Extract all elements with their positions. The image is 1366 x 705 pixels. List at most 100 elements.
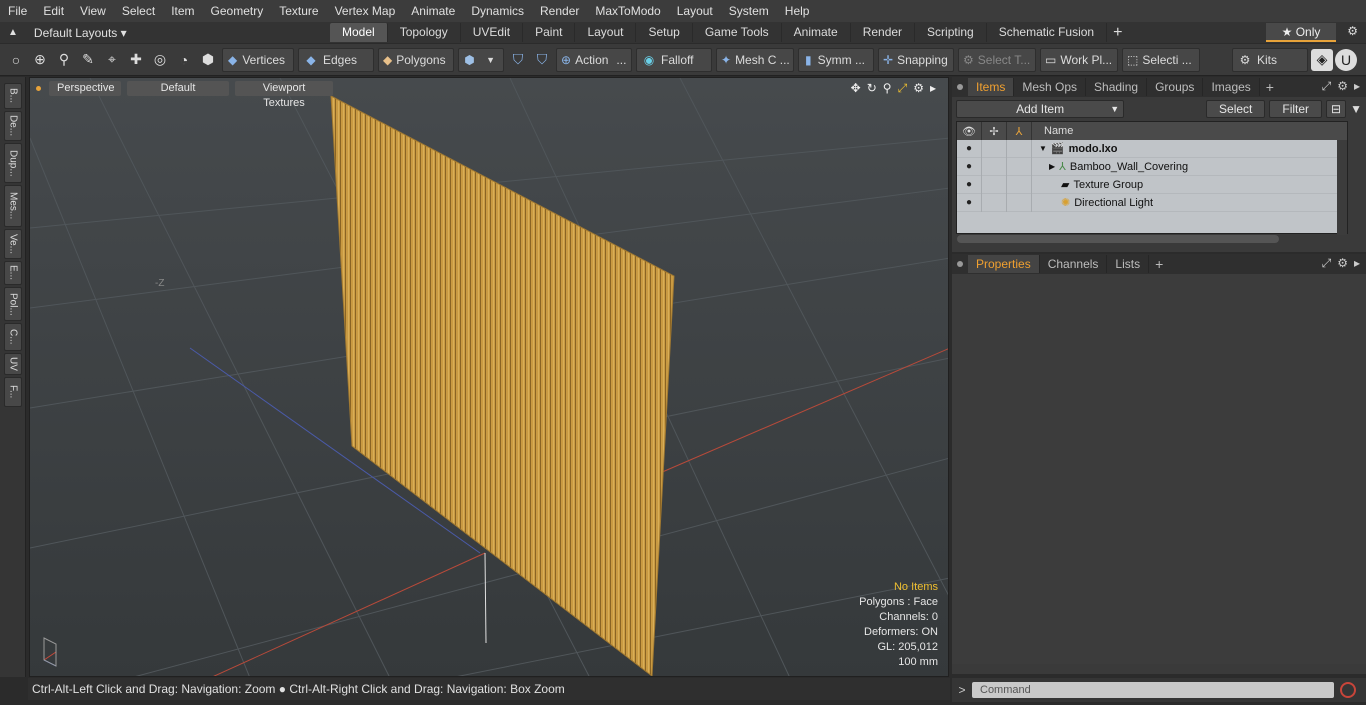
type-column-icon[interactable]: ⅄ (1007, 122, 1032, 140)
tab-model[interactable]: Model (330, 23, 388, 42)
add-item-button[interactable]: Add Item ▼ (956, 100, 1125, 118)
tab-lists[interactable]: Lists (1107, 255, 1150, 273)
menu-render[interactable]: Render (532, 0, 587, 22)
shield-a-icon[interactable]: ⛉ (507, 49, 529, 71)
record-icon[interactable] (1340, 682, 1356, 698)
menu-layout[interactable]: Layout (669, 0, 721, 22)
strip-vertex[interactable]: Ve... (4, 229, 22, 259)
edges-button[interactable]: ◆ Edges (298, 47, 374, 72)
polygons-button[interactable]: ◆ Polygons (378, 47, 454, 72)
menu-help[interactable]: Help (777, 0, 818, 22)
action-button[interactable]: ⊕ Action... (556, 47, 632, 72)
visibility-column-icon[interactable]: 👁 (957, 122, 982, 140)
clock-icon[interactable]: ◔ (173, 49, 195, 71)
expand-arrow-icon[interactable]: ▼ (1039, 144, 1047, 153)
tab-topology[interactable]: Topology (388, 23, 461, 42)
perspective-button[interactable]: Perspective (49, 80, 121, 96)
strip-deform[interactable]: De... (4, 111, 22, 141)
panel-gear-icon[interactable]: ⚙ (1337, 79, 1348, 94)
snapping-button[interactable]: ✛ Snapping (878, 47, 954, 72)
command-input[interactable]: Command (972, 682, 1334, 698)
center-icon[interactable]: ⌖ (101, 49, 123, 71)
list-item[interactable]: ● ▼ 🎬 modo.lxo (957, 139, 1347, 158)
strip-mesh[interactable]: Mes... (4, 185, 22, 227)
strip-basic[interactable]: B... (4, 83, 22, 109)
tab-animate[interactable]: Animate (782, 23, 851, 42)
lock-column-icon[interactable]: ✢ (982, 122, 1007, 140)
3d-viewport[interactable]: -Z Perspective Default Viewport Textures… (29, 77, 949, 677)
menu-geometry[interactable]: Geometry (203, 0, 272, 22)
filter-button[interactable]: Filter (1269, 100, 1323, 118)
strip-edge[interactable]: E... (4, 261, 22, 285)
tab-items[interactable]: Items (968, 78, 1015, 96)
work-plane-button[interactable]: ▭ Work Pl... (1040, 47, 1118, 72)
falloff-button[interactable]: ◉ Falloff (636, 47, 712, 72)
rotate-icon[interactable]: ↻ (867, 81, 877, 96)
pan-icon[interactable]: ✥ (851, 81, 861, 96)
menu-system[interactable]: System (721, 0, 777, 22)
menu-animate[interactable]: Animate (403, 0, 463, 22)
strip-curve[interactable]: C... (4, 323, 22, 351)
symmetry-button[interactable]: ▮ Symm ... (798, 47, 874, 72)
material-button[interactable]: ⬢ ▼ (458, 47, 504, 72)
tab-render[interactable]: Render (851, 23, 916, 42)
menu-item[interactable]: Item (163, 0, 202, 22)
list-item[interactable]: ● ✺ Directional Light (957, 193, 1347, 212)
menu-dynamics[interactable]: Dynamics (463, 0, 532, 22)
list-item[interactable]: ● ▰ Texture Group (957, 175, 1347, 194)
funnel-icon[interactable]: ▼ (1350, 102, 1362, 116)
eye-icon[interactable]: ● (957, 139, 982, 158)
tab-images[interactable]: Images (1203, 78, 1260, 96)
select-button[interactable]: Select (1206, 100, 1266, 118)
layouts-dropdown[interactable]: ▲ Default Layouts ▾ (0, 26, 330, 40)
item-list-vscroll[interactable] (1337, 140, 1347, 235)
tab-mesh-ops[interactable]: Mesh Ops (1014, 78, 1087, 96)
menu-maxtomodo[interactable]: MaxToModo (587, 0, 668, 22)
maximize-icon[interactable]: ⤢ (898, 81, 908, 96)
tab-shading[interactable]: Shading (1086, 78, 1148, 96)
gear-icon[interactable]: ⚙ (1347, 24, 1358, 38)
tab-channels[interactable]: Channels (1040, 255, 1108, 273)
menu-file[interactable]: File (0, 0, 35, 22)
unity-icon[interactable]: ◈ (1311, 48, 1333, 71)
menu-texture[interactable]: Texture (271, 0, 326, 22)
unreal-icon[interactable]: U (1335, 48, 1357, 71)
kits-button[interactable]: ⚙ Kits (1232, 47, 1308, 72)
menu-select[interactable]: Select (114, 0, 163, 22)
panel-menu-icon[interactable]: ▸ (1354, 256, 1360, 271)
eye-icon[interactable]: ● (957, 193, 982, 212)
strip-duplicate[interactable]: Dup... (4, 143, 22, 183)
target-icon[interactable]: ◎ (149, 49, 171, 71)
vertices-button[interactable]: ◆ Vertices (222, 47, 294, 72)
selection-sets-button[interactable]: ⬚ Selecti ... (1122, 47, 1200, 72)
tab-scripting[interactable]: Scripting (915, 23, 987, 42)
add-panel-tab-icon[interactable]: + (1155, 256, 1163, 272)
collapse-icon[interactable]: ⊟ (1326, 100, 1347, 118)
strip-uv[interactable]: UV (4, 353, 22, 375)
move-pivot-icon[interactable]: ✚ (125, 49, 147, 71)
panel-expand-icon[interactable]: ⤢ (1322, 79, 1332, 94)
viewport-menu-icon[interactable]: ▸ (930, 81, 936, 96)
tab-schematic-fusion[interactable]: Schematic Fusion (987, 23, 1108, 42)
select-through-button[interactable]: ⚙ Select T... (958, 47, 1036, 72)
expand-arrow-icon[interactable]: ▶ (1049, 162, 1055, 171)
add-tab-icon[interactable]: + (1113, 24, 1122, 42)
list-item[interactable]: ● ▶ ⅄ Bamboo_Wall_Covering (957, 157, 1347, 176)
strip-polygon[interactable]: Pol... (4, 287, 22, 321)
brush-icon[interactable]: ✎ (77, 49, 99, 71)
viewport-textures-button[interactable]: Viewport Textures (235, 80, 333, 109)
tab-paint[interactable]: Paint (523, 23, 576, 42)
name-column-header[interactable]: Name (1032, 125, 1073, 137)
globe-icon[interactable]: ⊕ (29, 49, 51, 71)
tab-groups[interactable]: Groups (1147, 78, 1204, 96)
strip-fusion[interactable]: F... (4, 377, 22, 407)
shield-b-icon[interactable]: ⛉ (531, 49, 553, 71)
menu-vertex-map[interactable]: Vertex Map (327, 0, 404, 22)
pen-icon[interactable]: ⚲ (53, 49, 75, 71)
menu-edit[interactable]: Edit (35, 0, 72, 22)
only-toggle[interactable]: ★ Only (1266, 23, 1336, 42)
zoom-icon[interactable]: ⚲ (883, 81, 892, 96)
tab-game-tools[interactable]: Game Tools (693, 23, 782, 42)
eye-icon[interactable]: ● (957, 157, 982, 176)
default-shading-button[interactable]: Default (127, 80, 229, 96)
